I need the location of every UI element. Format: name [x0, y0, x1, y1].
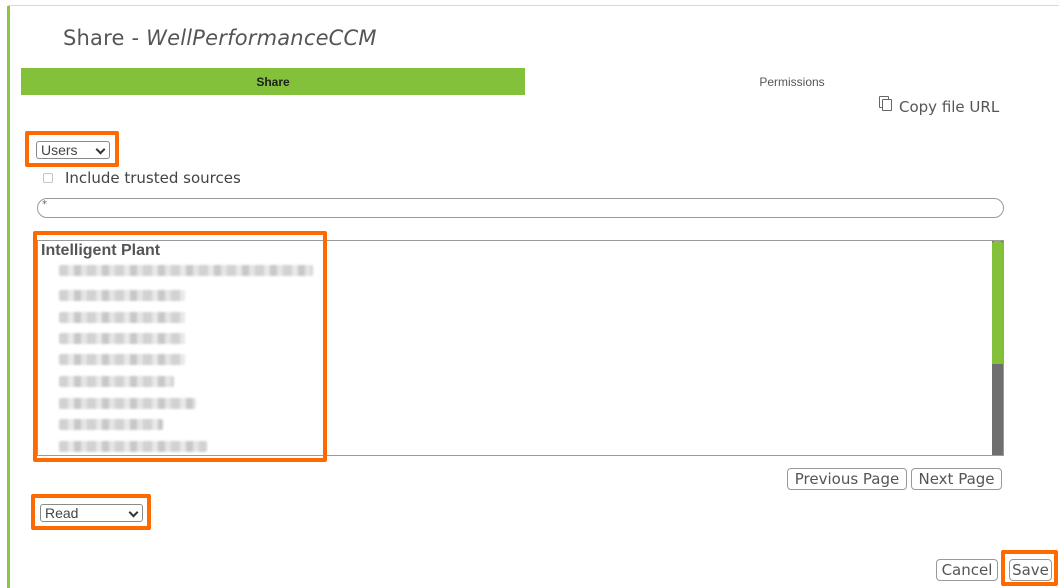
tab-share[interactable]: Share [21, 68, 525, 95]
group-name: Intelligent Plant [41, 242, 161, 259]
dialog-accent-bar [7, 6, 10, 588]
list-item[interactable] [59, 312, 185, 323]
list-item[interactable] [59, 376, 174, 387]
dialog-title-prefix: Share - [63, 26, 147, 50]
include-trusted-label: Include trusted sources [65, 169, 241, 187]
save-button[interactable]: Save [1009, 559, 1052, 581]
list-item[interactable] [59, 333, 185, 344]
tab-permissions[interactable]: Permissions [525, 68, 1059, 95]
list-item[interactable] [59, 398, 196, 409]
list-item[interactable] [59, 354, 185, 365]
principal-type-value: Users [41, 142, 78, 158]
permission-level-select[interactable]: Read [40, 504, 143, 522]
cancel-button[interactable]: Cancel [936, 559, 998, 581]
list-scrollbar-thumb[interactable] [992, 241, 1003, 364]
filter-input[interactable]: * [37, 198, 1004, 218]
list-item[interactable] [59, 419, 163, 430]
chevron-down-icon [95, 144, 106, 155]
dialog-title: Share - WellPerformanceCCM [63, 26, 377, 50]
list-item[interactable] [59, 265, 313, 276]
dialog-title-filename: WellPerformanceCCM [146, 26, 377, 50]
principal-type-select[interactable]: Users [36, 141, 110, 159]
list-item[interactable] [59, 290, 185, 301]
copy-file-url-label: Copy file URL [899, 98, 1000, 116]
user-list[interactable]: Intelligent Plant [37, 240, 1004, 456]
next-page-button[interactable]: Next Page [911, 468, 1002, 490]
permission-level-value: Read [45, 505, 79, 521]
include-trusted-checkbox[interactable] [43, 173, 53, 183]
dialog-top-border [8, 5, 1059, 6]
copy-file-url-link[interactable]: Copy file URL [878, 95, 1000, 116]
chevron-down-icon [128, 507, 139, 518]
include-trusted-row: Include trusted sources [43, 169, 241, 187]
previous-page-button[interactable]: Previous Page [787, 468, 907, 490]
copy-icon [878, 95, 894, 113]
list-item[interactable] [59, 441, 207, 452]
